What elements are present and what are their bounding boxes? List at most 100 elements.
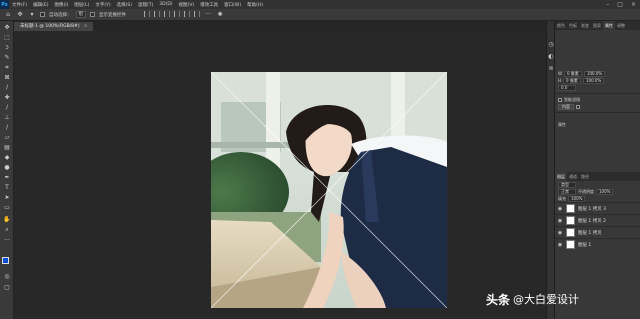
document-tab[interactable]: 未标题-1 @ 100%(RGB/8#) ×	[14, 22, 94, 31]
tab-swatches[interactable]: 色板	[567, 21, 579, 30]
maximize-icon[interactable]: □	[617, 1, 623, 8]
height-percent-field[interactable]: 100.0%	[583, 77, 605, 84]
layer-name: 图层 1 拷贝 2	[578, 218, 607, 224]
menu-select[interactable]: 选择(S)	[114, 2, 135, 8]
menu-bar: Ps 文件(F) 编辑(E) 图像(I) 图层(L) 文字(Y) 选择(S) 滤…	[0, 0, 640, 9]
width-field[interactable]: 0 像素	[563, 70, 582, 77]
more-icon[interactable]: ···	[204, 11, 212, 19]
show-transform-checkbox[interactable]	[90, 12, 95, 17]
properties-tabs: 颜色 色板 渐变 图案 属性 调整	[555, 21, 640, 30]
screen-mode-icon[interactable]: ▢	[3, 284, 11, 292]
menu-edit[interactable]: 编辑(E)	[30, 2, 51, 8]
quick-select-icon[interactable]: ✎	[3, 54, 11, 62]
zoom-icon[interactable]: ⌕	[3, 226, 11, 234]
width-label: W	[558, 71, 562, 76]
crop-icon[interactable]: ⌗	[3, 64, 11, 72]
brush-icon[interactable]: ∕	[3, 104, 11, 112]
eye-icon[interactable]: ◉	[557, 230, 563, 236]
quick-mask-icon[interactable]: ◎	[3, 273, 11, 281]
width-percent-field[interactable]: 100.0%	[583, 70, 606, 77]
opacity-field[interactable]: 100%	[596, 188, 614, 195]
menu-type[interactable]: 文字(Y)	[92, 2, 113, 8]
blur-icon[interactable]: ◆	[3, 154, 11, 162]
layers-tabs: 图层 通道 路径	[555, 172, 640, 181]
content-button[interactable]: 内容	[558, 103, 574, 110]
menu-view[interactable]: 视图(V)	[176, 2, 198, 8]
layer-thumbnail	[566, 216, 575, 225]
tab-layers[interactable]: 图层	[555, 172, 567, 181]
layer-filter-row: 类型	[555, 181, 640, 188]
frame-icon[interactable]: ⊠	[3, 74, 11, 82]
menu-plugins[interactable]: 增效工具	[197, 2, 221, 8]
shape-icon[interactable]: ▭	[3, 204, 11, 212]
layer-item[interactable]: ◉ 图层 1 拷贝 3	[555, 202, 640, 214]
gear-icon[interactable]: ✺	[216, 11, 224, 19]
eraser-icon[interactable]: ▱	[3, 134, 11, 142]
auto-select-dropdown[interactable]: 组	[75, 11, 86, 18]
layer-kind-dropdown[interactable]: 类型	[558, 181, 576, 188]
canvas-area[interactable]	[14, 31, 546, 319]
foreground-color-swatch[interactable]	[2, 257, 9, 264]
marquee-icon[interactable]: ⬚	[3, 34, 11, 42]
eye-icon[interactable]: ◉	[557, 218, 563, 224]
menu-help[interactable]: 帮助(H)	[244, 2, 266, 8]
layer-item[interactable]: ◉ 图层 1 拷贝 2	[555, 214, 640, 226]
healing-icon[interactable]: ✚	[3, 94, 11, 102]
eyedropper-icon[interactable]: ∕	[3, 84, 11, 92]
angle-field[interactable]: 0.0	[558, 84, 576, 91]
tab-close-icon[interactable]: ×	[84, 24, 88, 29]
eye-icon[interactable]: ◉	[557, 242, 563, 248]
blend-mode-dropdown[interactable]: 正常	[558, 188, 576, 195]
auto-select-checkbox[interactable]	[40, 12, 45, 17]
lasso-icon[interactable]: ↄ	[3, 44, 11, 52]
minimize-icon[interactable]: –	[606, 1, 609, 8]
eye-icon[interactable]: ◉	[557, 206, 563, 212]
more-tools-icon[interactable]: ···	[3, 237, 11, 245]
align-left-icon[interactable]	[144, 10, 150, 17]
menu-layer[interactable]: 图层(L)	[71, 2, 92, 8]
gradient-icon[interactable]: ▤	[3, 144, 11, 152]
layer-name: 图层 1	[578, 242, 592, 248]
tab-paths[interactable]: 路径	[579, 172, 591, 181]
menu-image[interactable]: 图像(I)	[51, 2, 71, 8]
tab-color[interactable]: 颜色	[555, 21, 567, 30]
menu-filter[interactable]: 滤镜(T)	[135, 2, 156, 8]
tab-adjustments[interactable]: 调整	[615, 21, 627, 30]
align-middle-icon[interactable]	[184, 10, 190, 17]
content-row: 内容	[555, 103, 640, 110]
tab-gradients[interactable]: 渐变	[579, 21, 591, 30]
chevron-down-icon[interactable]: ▾	[28, 11, 36, 19]
transform-width-row: W 0 像素 100.0%	[555, 70, 640, 77]
tab-patterns[interactable]: 图案	[591, 21, 603, 30]
menu-3d[interactable]: 3D(D)	[156, 2, 175, 7]
align-bottom-icon[interactable]	[194, 10, 200, 17]
align-right-icon[interactable]	[164, 10, 170, 17]
option-checkbox[interactable]	[576, 104, 580, 109]
menu-window[interactable]: 窗口(W)	[221, 2, 244, 8]
hand-icon[interactable]: ✋	[3, 216, 11, 224]
fill-row: 填充 100%	[555, 195, 640, 202]
fill-field[interactable]: 100%	[568, 195, 586, 202]
layer-name: 图层 1 拷贝 3	[578, 206, 607, 212]
close-icon[interactable]: ×	[631, 1, 636, 8]
menu-file[interactable]: 文件(F)	[9, 2, 30, 8]
dodge-icon[interactable]: ●	[3, 164, 11, 172]
layer-item[interactable]: ◉ 图层 1	[555, 238, 640, 250]
smart-filter-checkbox[interactable]	[558, 97, 562, 102]
history-brush-icon[interactable]: ∕	[3, 124, 11, 132]
layer-item[interactable]: ◉ 图层 1 拷贝	[555, 226, 640, 238]
align-center-icon[interactable]	[154, 10, 160, 17]
pen-icon[interactable]: ✒	[3, 174, 11, 182]
move-tool-icon[interactable]: ✥	[16, 11, 24, 19]
path-select-icon[interactable]: ➤	[3, 194, 11, 202]
layer-thumbnail	[566, 204, 575, 213]
tab-properties[interactable]: 属性	[603, 21, 615, 30]
home-icon[interactable]: ⌂	[4, 11, 12, 19]
stamp-icon[interactable]: ⊥	[3, 114, 11, 122]
tab-channels[interactable]: 通道	[567, 172, 579, 181]
height-field[interactable]: 0 像素	[563, 77, 582, 84]
move-icon[interactable]: ✥	[3, 24, 11, 32]
type-icon[interactable]: T	[3, 184, 11, 192]
canvas-photo[interactable]	[211, 72, 447, 308]
align-top-icon[interactable]	[174, 10, 180, 17]
